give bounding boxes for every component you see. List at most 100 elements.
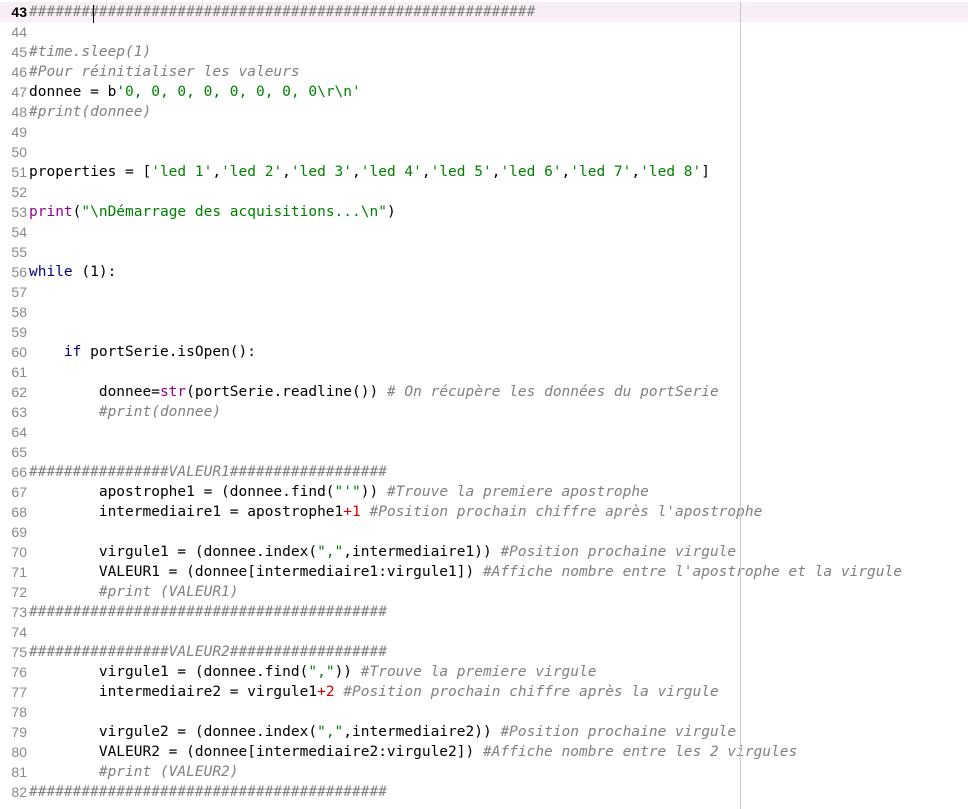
code-token: 'led 5' [430,164,492,180]
code-text[interactable]: #Pour réinitialiser les valeurs [28,62,968,82]
code-line[interactable]: 57 [0,282,968,302]
code-text[interactable]: ########################################… [28,782,968,802]
code-line[interactable]: 44 [0,22,968,42]
code-line[interactable]: 52 [0,182,968,202]
code-text[interactable]: virgule1 = (donnee.find(",")) #Trouve la… [28,662,968,682]
code-line[interactable]: 64 [0,422,968,442]
code-text[interactable] [28,122,968,142]
code-line[interactable]: 74 [0,622,968,642]
code-line[interactable]: 71 VALEUR1 = (donnee[intermediaire1:virg… [0,562,968,582]
code-text[interactable]: properties = ['led 1','led 2','led 3','l… [28,162,968,182]
code-text[interactable]: donnee = b'0, 0, 0, 0, 0, 0, 0, 0\r\n' [28,82,968,102]
code-token: ########################################… [29,4,536,20]
code-text[interactable]: ################VALEUR1#################… [28,462,968,482]
code-line[interactable]: 61 [0,362,968,382]
code-line[interactable]: 51 properties = ['led 1','led 2','led 3',… [0,162,968,182]
code-line[interactable]: 76 virgule1 = (donnee.find(",")) #Trouve… [0,662,968,682]
code-line[interactable]: 72 #print (VALEUR1) [0,582,968,602]
code-text[interactable] [28,302,968,322]
code-text[interactable]: intermediaire1 = apostrophe1+1 #Position… [28,502,968,522]
code-text[interactable]: #time.sleep(1) [28,42,968,62]
code-line[interactable]: 62 donnee=str(portSerie.readline()) # On… [0,382,968,402]
code-token: virgule1 = (donnee.index( [29,544,318,560]
code-text[interactable] [28,422,968,442]
code-editor[interactable]: 43 ######################################… [0,2,968,809]
code-text[interactable]: while (1): [28,262,968,282]
code-text[interactable] [28,702,968,722]
code-text[interactable]: virgule2 = (donnee.index(",",intermediai… [28,722,968,742]
code-line[interactable]: 60 if portSerie.isOpen(): [0,342,968,362]
code-line[interactable]: 79 virgule2 = (donnee.index(",",intermed… [0,722,968,742]
code-lines[interactable]: 43 ######################################… [0,2,968,802]
code-text[interactable]: VALEUR1 = (donnee[intermediaire1:virgule… [28,562,968,582]
code-line[interactable]: 67 apostrophe1 = (donnee.find("'")) #Tro… [0,482,968,502]
code-text[interactable]: donnee=str(portSerie.readline()) # On ré… [28,382,968,402]
line-number: 56 [11,264,27,280]
code-line[interactable]: 53 print("\nDémarrage des acquisitions...… [0,202,968,222]
code-line[interactable]: 55 [0,242,968,262]
code-token: "," [317,544,344,560]
code-text[interactable] [28,182,968,202]
line-number: 66 [11,464,27,480]
code-text[interactable] [28,242,968,262]
code-line[interactable]: 81 #print (VALEUR2) [0,762,968,782]
code-text[interactable]: virgule1 = (donnee.index(",",intermediai… [28,542,968,562]
code-token: , [352,164,361,180]
code-text[interactable]: print("\nDémarrage des acquisitions...\n… [28,202,968,222]
code-line[interactable]: 56 while (1): [0,262,968,282]
code-line[interactable]: 66 ################VALEUR1###############… [0,462,968,482]
code-text[interactable]: ########################################… [28,2,968,22]
code-line[interactable]: 63 #print(donnee) [0,402,968,422]
code-text[interactable]: intermediaire2 = virgule1+2 #Position pr… [28,682,968,702]
code-text[interactable] [28,22,968,42]
code-token: 'led 2' [221,164,283,180]
code-token: "," [308,664,335,680]
code-line[interactable]: 75 ################VALEUR2###############… [0,642,968,662]
code-line[interactable]: 48 #print(donnee) [0,102,968,122]
code-text[interactable]: #print(donnee) [28,102,968,122]
code-text[interactable]: apostrophe1 = (donnee.find("'")) #Trouve… [28,482,968,502]
code-text[interactable]: ########################################… [28,602,968,622]
code-line[interactable]: 54 [0,222,968,242]
code-text[interactable] [28,362,968,382]
code-line[interactable]: 69 [0,522,968,542]
code-text[interactable]: #print(donnee) [28,402,968,422]
code-line[interactable]: 43 ######################################… [0,2,968,22]
code-text[interactable]: ################VALEUR2#################… [28,642,968,662]
code-line[interactable]: 82 ######################################… [0,782,968,802]
code-text[interactable]: if portSerie.isOpen(): [28,342,968,362]
code-line[interactable]: 59 [0,322,968,342]
code-line[interactable]: 77 intermediaire2 = virgule1+2 #Position… [0,682,968,702]
code-token: virgule1 = (donnee.find( [29,664,309,680]
code-text[interactable] [28,522,968,542]
code-token: intermediaire1 = apostrophe1 [29,504,344,520]
code-line[interactable]: 49 [0,122,968,142]
code-text[interactable]: #print (VALEUR2) [28,762,968,782]
code-line[interactable]: 46 #Pour réinitialiser les valeurs [0,62,968,82]
code-line[interactable]: 78 [0,702,968,722]
code-token: ################VALEUR2#################… [29,644,387,660]
line-number: 59 [11,324,27,340]
code-text[interactable] [28,322,968,342]
code-line[interactable]: 68 intermediaire1 = apostrophe1+1 #Posit… [0,502,968,522]
code-text[interactable] [28,142,968,162]
code-line[interactable]: 73 ######################################… [0,602,968,622]
code-token: str [159,384,187,400]
code-line[interactable]: 47 donnee = b'0, 0, 0, 0, 0, 0, 0, 0\r\n' [0,82,968,102]
code-text[interactable] [28,222,968,242]
code-text[interactable] [28,622,968,642]
code-token: +2 [317,684,335,700]
code-text[interactable] [28,282,968,302]
code-line[interactable]: 58 [0,302,968,322]
code-line[interactable]: 70 virgule1 = (donnee.index(",",intermed… [0,542,968,562]
code-line[interactable]: 45 #time.sleep(1) [0,42,968,62]
code-line[interactable]: 65 [0,442,968,462]
code-line[interactable]: 50 [0,142,968,162]
code-token: 'led 1' [151,164,213,180]
code-text[interactable] [28,442,968,462]
code-text[interactable]: VALEUR2 = (donnee[intermediaire2:virgule… [28,742,968,762]
code-text[interactable]: #print (VALEUR1) [28,582,968,602]
code-token: +1 [343,504,361,520]
code-line[interactable]: 80 VALEUR2 = (donnee[intermediaire2:virg… [0,742,968,762]
text-caret [93,5,94,23]
